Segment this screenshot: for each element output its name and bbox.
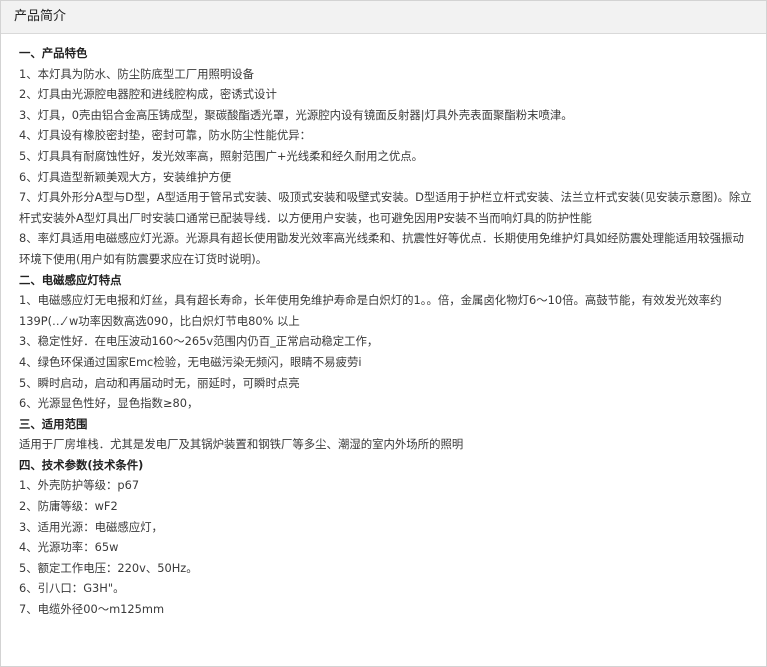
text-line: 2、防庸等级：wF2 — [19, 499, 118, 514]
section-heading-tech-params: 四、技术参数(技术条件) — [19, 457, 144, 472]
section-heading-features: 一、产品特色 — [19, 46, 88, 60]
text-line: 3、稳定性好．在电压波动160～265v范围内仍百_正常启动稳定工作， — [19, 334, 379, 349]
product-description: 一、产品特色 1、本灯具为防水、防尘防底型工厂用照明设备 2、灯具由光源腔电器腔… — [19, 43, 754, 620]
text-line: 7、电缆外径00～m125mm — [19, 602, 165, 617]
text-line: 2、灯具由光源腔电器腔和进线腔构成，密诱式设计 — [19, 87, 277, 102]
text-line: 6、灯具造型新颖美观大方，安装维护方便 — [19, 169, 232, 184]
text-line: 4、绿色环保通过国家Emc检验，无电磁污染无频闪，眼睛不易疲劳i — [19, 354, 362, 369]
text-line: 5、额定工作电压：220v、50Hz。 — [19, 560, 198, 575]
section-heading-lamp-features: 二、电磁感应灯特点 — [19, 272, 122, 287]
text-line: 1、本灯具为防水、防尘防底型工厂用照明设备 — [19, 66, 255, 81]
text-paragraph: 8、率灯具适用电磁感应灯光源。光源具有超长使用勖发光效率高光线柔和、抗震性好等优… — [19, 231, 744, 266]
text-line: 6、光源显色性好，显色指数≥80， — [19, 396, 199, 411]
text-line: 3、适用光源：电磁感应灯， — [19, 519, 163, 534]
text-paragraph: 1、电磁感应灯无电报和灯丝，具有超长寿命，长年使用免维护寿命是白炽灯的1。。倍，… — [19, 293, 722, 328]
text-paragraph: 7、灯具外形分A型与D型，A型适用于管吊式安装、吸顶式安装和吸壁式安装。D型适用… — [19, 190, 752, 225]
panel-title: 产品简介 — [14, 9, 67, 24]
text-line: 4、灯具设有橡胶密封垫，密封可靠，防水防尘性能优异： — [19, 128, 312, 143]
text-line: 1、外壳防护等级：p67 — [19, 478, 140, 493]
panel-header: 产品简介 — [1, 1, 766, 34]
section-heading-scope: 三、适用范围 — [19, 416, 88, 431]
text-line: 5、灯具具有耐腐蚀性好，发光效率高，照射范围广+光线柔和经久耐用之优点。 — [19, 148, 424, 163]
product-intro-panel: 产品简介 一、产品特色 1、本灯具为防水、防尘防底型工厂用照明设备 2、灯具由光… — [0, 0, 767, 667]
text-line: 5、瞬时启动，启动和再届动时无，丽延时，可瞬时点亮 — [19, 375, 300, 390]
text-line: 6、引八口：G3H"。 — [19, 581, 125, 596]
text-line: 3、灯具，0壳由铝合金高压铸成型，聚碳酸酯透光罩，光源腔内设有镜面反射器|灯具外… — [19, 107, 573, 122]
text-line: 适用于厂房堆栈．尤其是发电厂及其锅炉装置和钢铁厂等多尘、潮湿的室内外场所的照明 — [19, 437, 464, 452]
text-line: 4、光源功率：65w — [19, 540, 119, 555]
